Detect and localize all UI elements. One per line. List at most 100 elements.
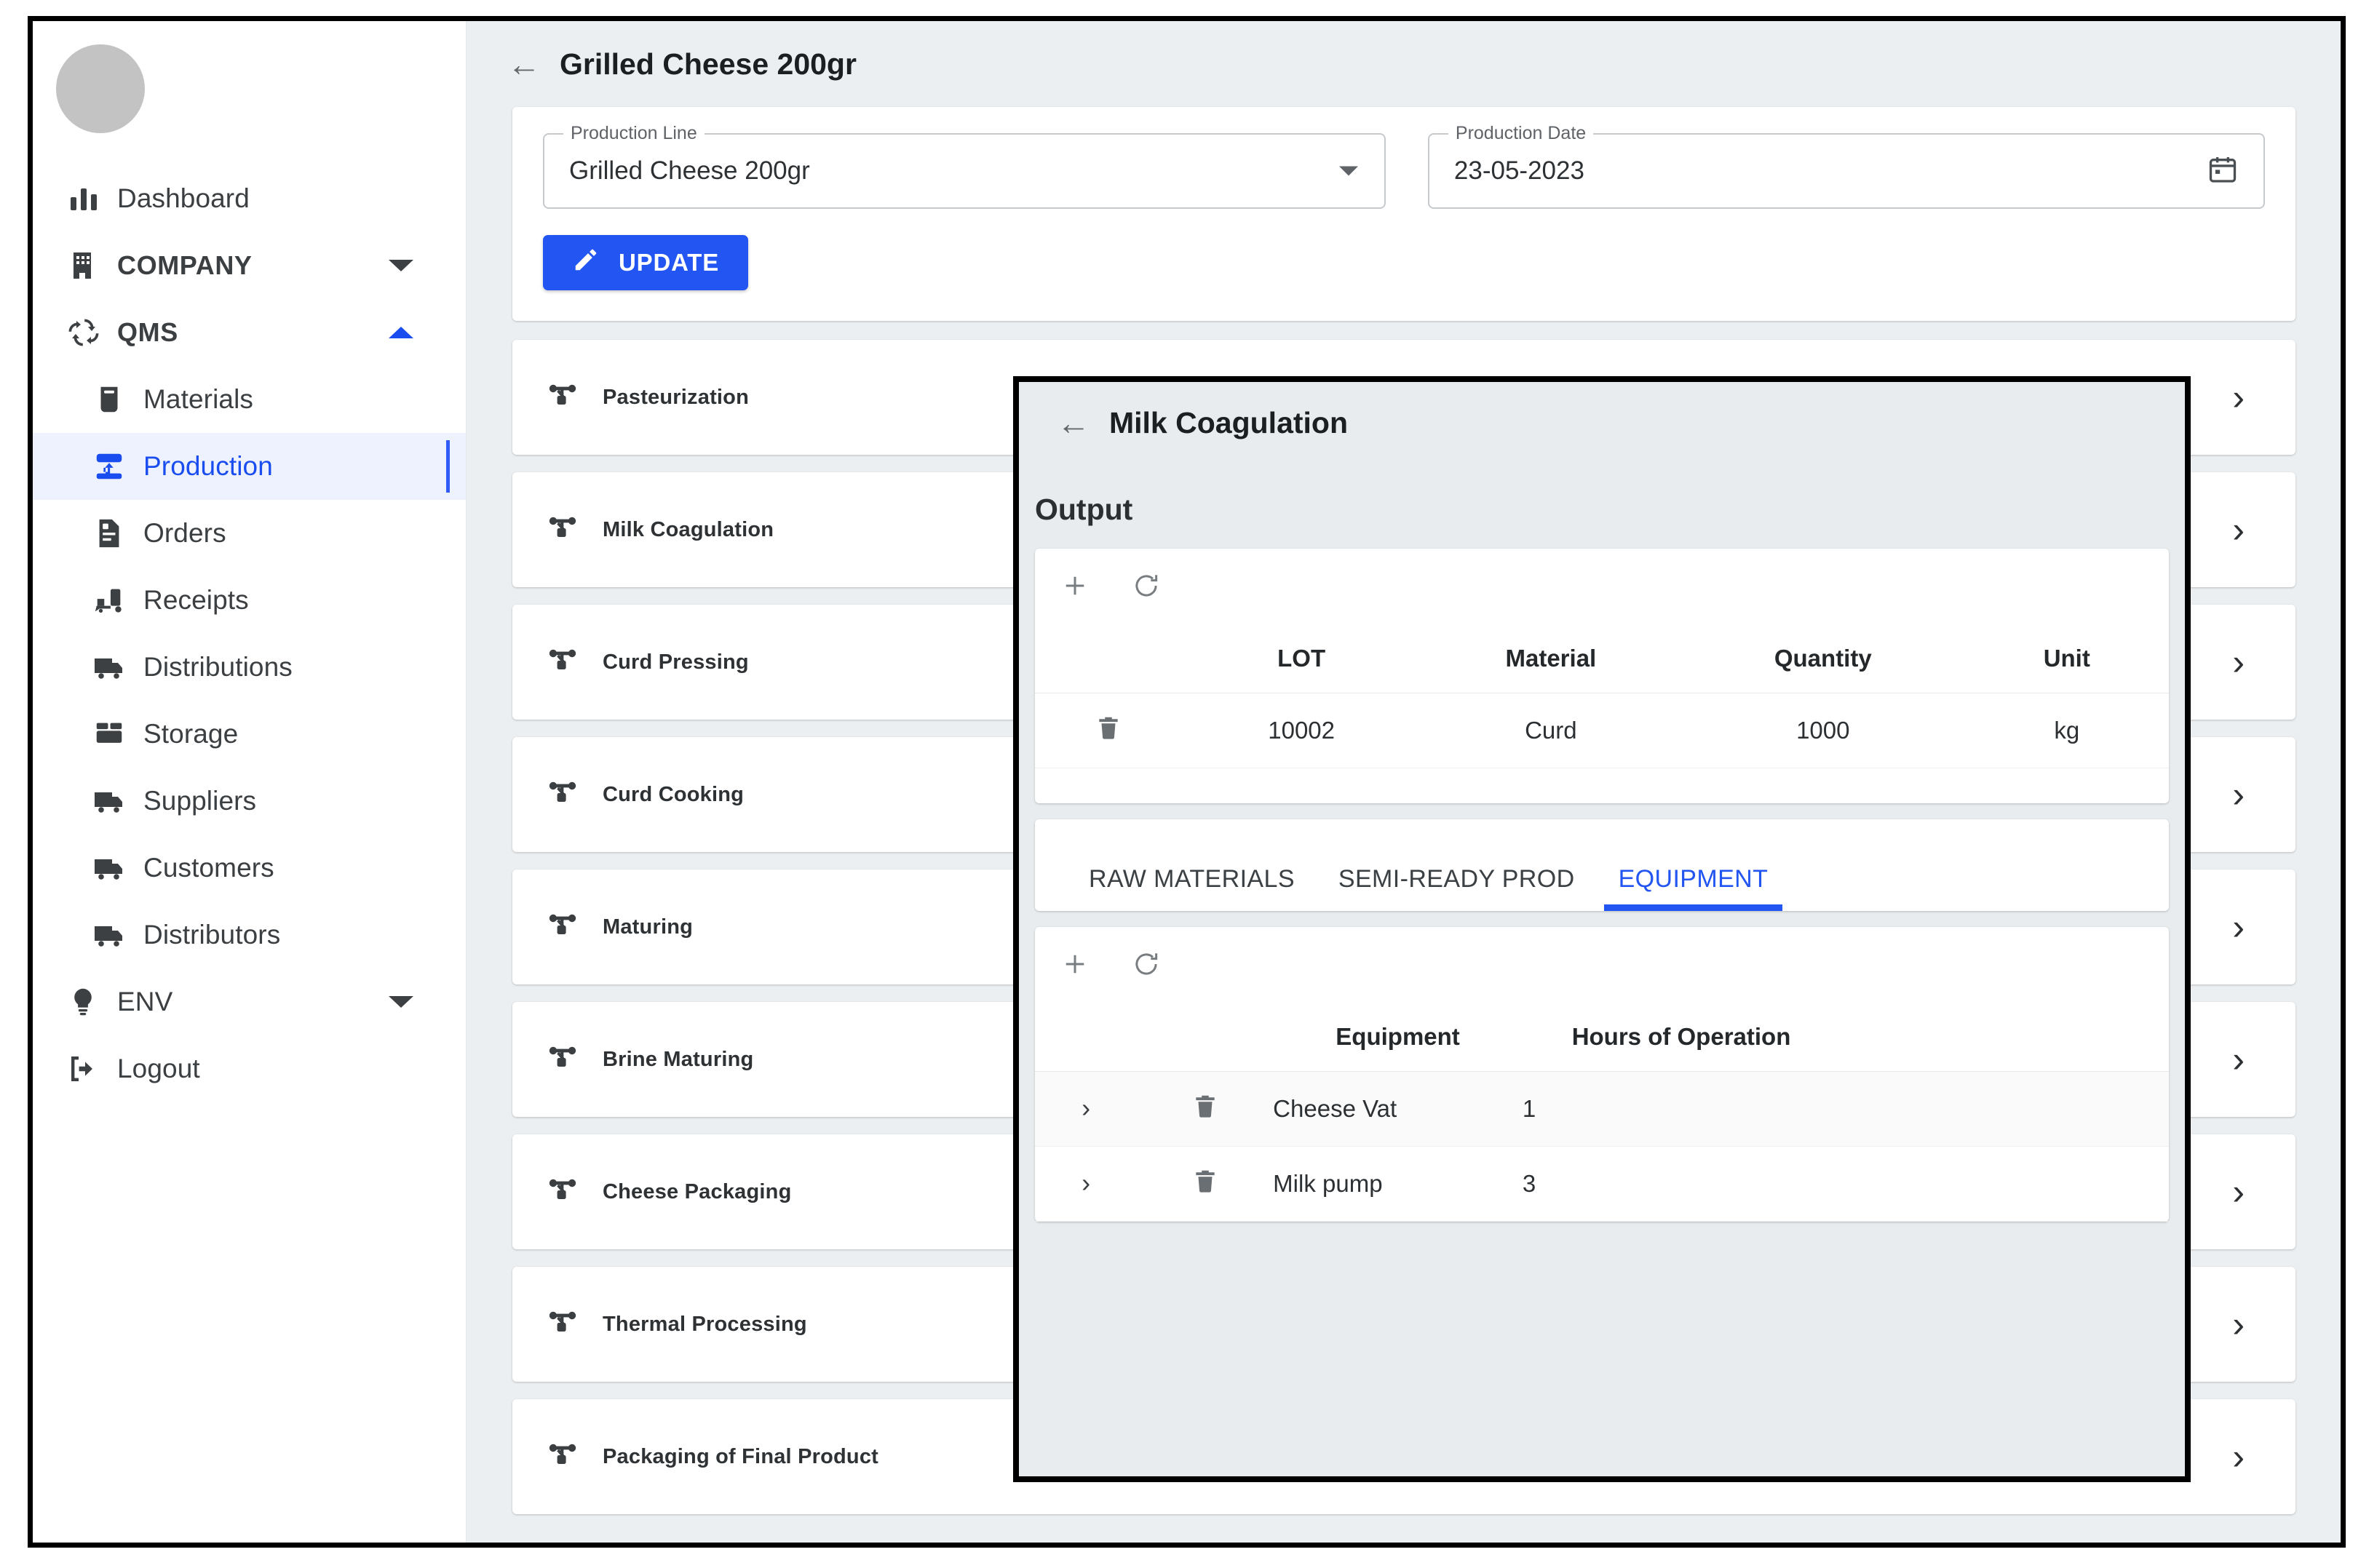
chevron-up-icon[interactable] [389, 327, 413, 338]
application-window: Dashboard COMPANY [28, 16, 2346, 1548]
process-name: Maturing [603, 915, 693, 939]
col-expand [1035, 1001, 1137, 1072]
table-row[interactable]: › Milk pump 3 [1035, 1147, 2169, 1222]
process-node-icon [546, 1438, 581, 1476]
chevron-right-icon[interactable]: › [2232, 1174, 2245, 1210]
tab-bar: RAW MATERIALS SEMI-READY PROD EQUIPMENT [1035, 865, 1790, 911]
process-name: Thermal Processing [603, 1313, 807, 1337]
sidebar-item-production[interactable]: Production [33, 433, 466, 500]
process-node-icon [546, 378, 581, 417]
sidebar-item-label: Storage [143, 719, 238, 749]
trash-icon[interactable] [1191, 1092, 1219, 1120]
refresh-icon[interactable] [1131, 570, 1162, 601]
chevron-right-icon[interactable]: › [2232, 909, 2245, 945]
col-actions [1035, 623, 1183, 693]
back-arrow-icon[interactable]: ← [1057, 403, 1090, 442]
truck-icon [92, 782, 133, 820]
chevron-right-icon[interactable]: › [2232, 644, 2245, 680]
sidebar-item-distributions[interactable]: Distributions [33, 634, 466, 701]
production-line-select[interactable]: Production Line Grilled Cheese 200gr [543, 133, 1386, 209]
production-line-value: Grilled Cheese 200gr [569, 156, 810, 186]
sidebar-item-label: Distributions [143, 652, 293, 682]
bulb-icon [66, 983, 107, 1021]
plus-icon[interactable] [1060, 570, 1090, 601]
avatar[interactable] [56, 44, 145, 133]
sidebar-item-distributors[interactable]: Distributors [33, 902, 466, 968]
cell-spacer [1840, 1147, 2169, 1222]
chevron-right-icon[interactable]: › [2232, 1438, 2245, 1475]
calendar-icon[interactable] [2207, 154, 2239, 189]
material-icon [92, 381, 133, 418]
box-icon [92, 715, 133, 753]
process-name: Pasteurization [603, 386, 749, 410]
page-title: Grilled Cheese 200gr [560, 47, 857, 81]
process-node-icon [546, 1173, 581, 1211]
sidebar-item-suppliers[interactable]: Suppliers [33, 768, 466, 835]
col-quantity: Quantity [1681, 623, 1965, 693]
tab-semi-ready-prod[interactable]: SEMI-READY PROD [1317, 865, 1597, 911]
sidebar-item-label: ENV [117, 987, 172, 1017]
chevron-right-icon[interactable]: › [1082, 1168, 1090, 1198]
chevron-right-icon[interactable]: › [2232, 379, 2245, 415]
output-table: LOT Material Quantity Unit [1035, 623, 2169, 768]
chevron-right-icon[interactable]: › [2232, 512, 2245, 548]
sidebar-item-materials[interactable]: Materials [33, 366, 466, 433]
sidebar-group-company[interactable]: COMPANY [33, 232, 466, 299]
production-line-label: Production Line [563, 123, 705, 144]
equipment-toolbar [1035, 927, 2169, 1001]
sidebar-group-qms[interactable]: QMS [33, 299, 466, 366]
truck-icon [92, 916, 133, 954]
sidebar-item-logout[interactable]: Logout [33, 1035, 466, 1102]
chevron-right-icon[interactable]: › [2232, 1306, 2245, 1342]
process-node-icon [546, 511, 581, 549]
sidebar-item-storage[interactable]: Storage [33, 701, 466, 768]
chevron-down-icon[interactable] [1339, 167, 1358, 176]
chevron-right-icon[interactable]: › [1082, 1093, 1090, 1123]
col-hours: Hours of Operation [1523, 1001, 1840, 1072]
col-unit: Unit [1965, 623, 2169, 693]
sidebar-item-customers[interactable]: Customers [33, 835, 466, 902]
sidebar-item-label: Customers [143, 853, 274, 883]
chevron-right-icon[interactable]: › [2232, 776, 2245, 813]
chevron-down-icon[interactable] [389, 996, 413, 1008]
sidebar-item-receipts[interactable]: Receipts [33, 567, 466, 634]
cell-expand: › [1035, 1072, 1137, 1147]
cell-material: Curd [1421, 693, 1681, 768]
cell-actions [1137, 1072, 1273, 1147]
trash-icon[interactable] [1095, 714, 1122, 741]
table-row[interactable]: 10002 Curd 1000 kg [1035, 693, 2169, 768]
cell-actions [1137, 1147, 1273, 1222]
refresh-icon[interactable] [1131, 949, 1162, 979]
sidebar-item-label: Orders [143, 518, 226, 549]
table-row[interactable]: › Cheese Vat 1 [1035, 1072, 2169, 1147]
table-header-row: Equipment Hours of Operation [1035, 1001, 2169, 1072]
sidebar-item-orders[interactable]: Orders [33, 500, 466, 567]
cell-spacer [1840, 1072, 2169, 1147]
tab-raw-materials[interactable]: RAW MATERIALS [1067, 865, 1317, 911]
chevron-right-icon[interactable]: › [2232, 1041, 2245, 1078]
dialog-title: Milk Coagulation [1109, 406, 1348, 440]
sidebar-item-dashboard[interactable]: Dashboard [33, 165, 466, 232]
sidebar-item-label: Materials [143, 384, 253, 415]
production-icon [92, 447, 133, 485]
equipment-table: Equipment Hours of Operation › [1035, 1001, 2169, 1222]
recycle-icon [66, 314, 107, 351]
col-actions [1137, 1001, 1273, 1072]
process-node-icon [546, 643, 581, 682]
sidebar-item-label: Receipts [143, 585, 249, 616]
update-button[interactable]: UPDATE [543, 235, 748, 290]
page-header: ← Grilled Cheese 200gr [467, 21, 2341, 107]
trash-icon[interactable] [1191, 1167, 1219, 1195]
cell-hours: 1 [1523, 1072, 1840, 1147]
output-section-title: Output [1019, 463, 2185, 527]
tab-equipment[interactable]: EQUIPMENT [1597, 865, 1790, 911]
sidebar-group-env[interactable]: ENV [33, 968, 466, 1035]
plus-icon[interactable] [1060, 949, 1090, 979]
col-spacer [1840, 1001, 2169, 1072]
process-node-icon [546, 1305, 581, 1344]
chevron-down-icon[interactable] [389, 260, 413, 271]
sidebar-item-label: Distributors [143, 920, 280, 950]
dialog-header: ← Milk Coagulation [1019, 382, 2185, 463]
production-date-field[interactable]: Production Date 23-05-2023 [1428, 133, 2265, 209]
back-arrow-icon[interactable]: ← [507, 47, 541, 81]
